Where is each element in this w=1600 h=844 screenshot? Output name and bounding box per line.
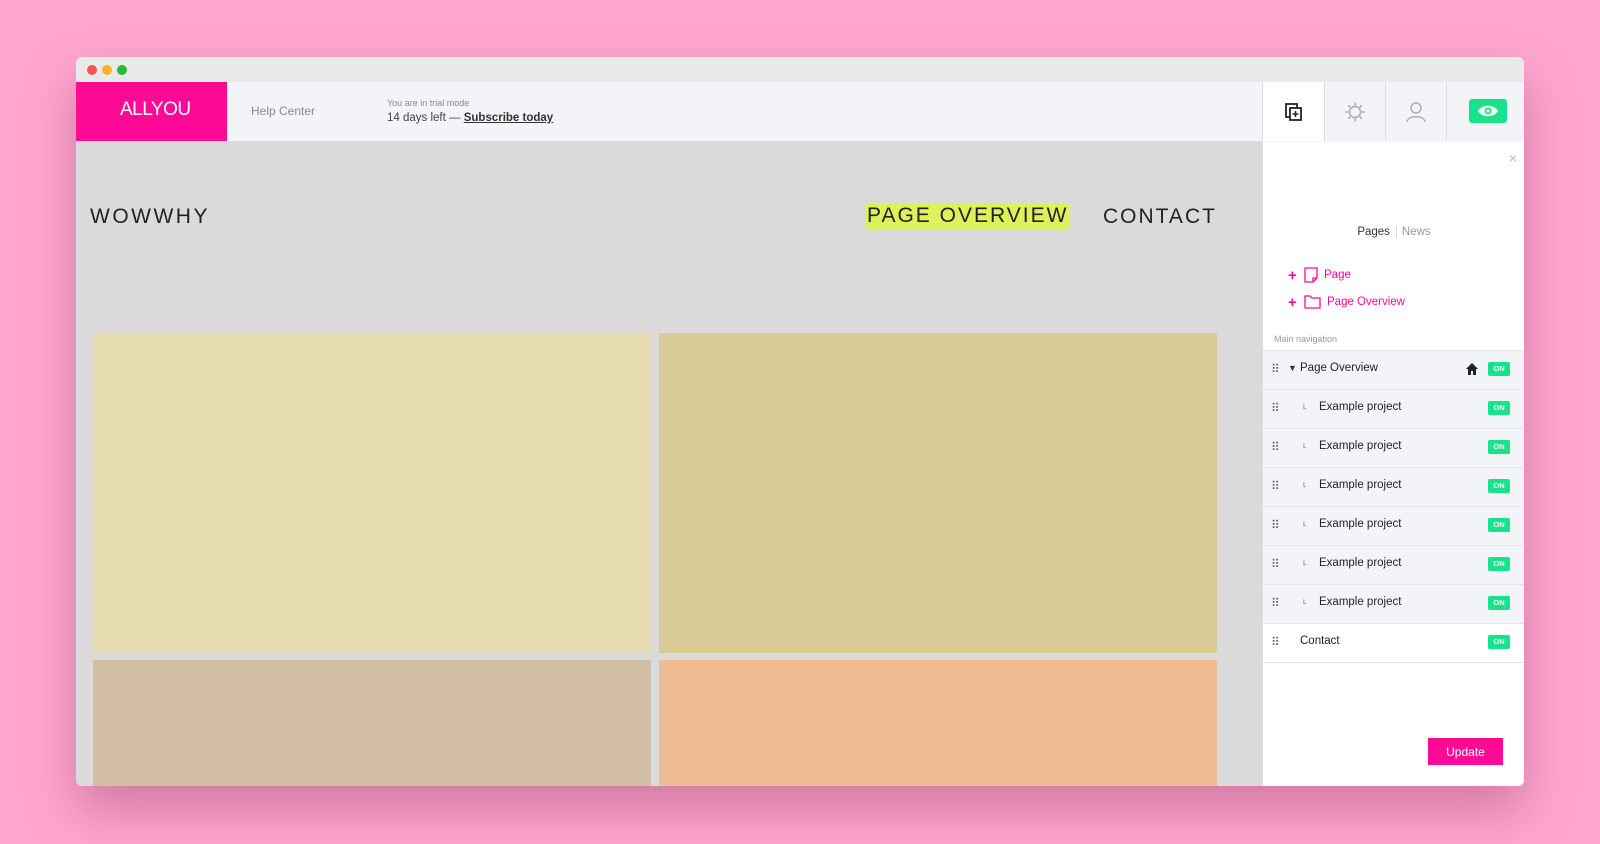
status-badge[interactable]: ON xyxy=(1488,479,1510,493)
nav-item-example-project[interactable]: ⠿ ˪ Example project ON xyxy=(1263,467,1524,506)
window-titlebar xyxy=(76,57,1524,82)
panel-tabs: Pages News xyxy=(1263,226,1524,238)
trial-status: 14 days left — Subscribe today xyxy=(387,112,553,124)
pages-icon xyxy=(1284,102,1302,121)
nav-item-example-project[interactable]: ⠿ ˪ Example project ON xyxy=(1263,545,1524,584)
chevron-down-icon[interactable]: ▼ xyxy=(1288,363,1297,373)
preview-eye-icon xyxy=(1478,105,1498,117)
plus-icon: + xyxy=(1288,293,1297,311)
drag-handle-icon[interactable]: ⠿ xyxy=(1271,401,1280,415)
status-badge[interactable]: ON xyxy=(1488,596,1510,610)
project-tile-2[interactable] xyxy=(659,333,1217,653)
site-preview: WOWWHY PAGE OVERVIEW CONTACT xyxy=(76,142,1262,786)
settings-icon xyxy=(1345,102,1364,121)
add-page-label: Page xyxy=(1324,269,1351,281)
nav-item-label: Example project xyxy=(1319,596,1402,608)
project-tile-4[interactable] xyxy=(659,660,1217,786)
nav-item-label: Example project xyxy=(1319,557,1402,569)
folder-icon xyxy=(1304,295,1321,309)
minimize-window-button[interactable] xyxy=(102,65,112,75)
settings-tool-button[interactable] xyxy=(1324,82,1386,141)
pages-panel: × Pages News + Page + Page Overview Main … xyxy=(1262,142,1524,786)
update-button[interactable]: Update xyxy=(1428,738,1503,765)
home-icon xyxy=(1466,363,1478,375)
tab-pages[interactable]: Pages xyxy=(1357,226,1397,238)
drag-handle-icon[interactable]: ⠿ xyxy=(1271,440,1280,454)
nav-item-example-project[interactable]: ⠿ ˪ Example project ON xyxy=(1263,584,1524,623)
page-icon xyxy=(1304,267,1318,283)
status-badge[interactable]: ON xyxy=(1488,401,1510,415)
status-badge[interactable]: ON xyxy=(1488,362,1510,376)
trial-days-left: 14 days left — xyxy=(387,112,461,124)
maximize-window-button[interactable] xyxy=(117,65,127,75)
site-nav-contact[interactable]: CONTACT xyxy=(1103,205,1217,229)
nav-item-label: Contact xyxy=(1300,635,1340,647)
main-navigation-list: ⠿ ▼ Page Overview ON ⠿ ˪ Example project… xyxy=(1263,350,1524,663)
allyou-logo[interactable]: ALLYOU xyxy=(76,82,227,141)
subpage-indent-icon: ˪ xyxy=(1303,556,1307,568)
site-nav-page-overview[interactable]: PAGE OVERVIEW xyxy=(865,203,1071,230)
plus-icon: + xyxy=(1288,266,1297,284)
status-badge[interactable]: ON xyxy=(1488,440,1510,454)
project-tile-1[interactable] xyxy=(93,333,651,653)
status-badge[interactable]: ON xyxy=(1488,557,1510,571)
account-tool-button[interactable] xyxy=(1385,82,1447,141)
nav-item-example-project[interactable]: ⠿ ˪ Example project ON xyxy=(1263,389,1524,428)
top-bar: ALLYOU Help Center You are in trial mode… xyxy=(76,82,1262,142)
trial-notice: You are in trial mode xyxy=(387,98,470,108)
tab-news[interactable]: News xyxy=(1397,226,1431,238)
nav-item-page-overview[interactable]: ⠿ ▼ Page Overview ON xyxy=(1263,350,1524,389)
app-window: ALLYOU Help Center You are in trial mode… xyxy=(76,57,1524,786)
subpage-indent-icon: ˪ xyxy=(1303,439,1307,451)
preview-button[interactable] xyxy=(1469,99,1507,123)
main-navigation-label: Main navigation xyxy=(1274,334,1338,344)
site-title[interactable]: WOWWHY xyxy=(90,205,210,229)
add-page-button[interactable]: + Page xyxy=(1288,266,1351,284)
add-page-overview-label: Page Overview xyxy=(1327,296,1405,308)
project-tile-3[interactable] xyxy=(93,660,651,786)
close-panel-button[interactable]: × xyxy=(1509,150,1517,166)
drag-handle-icon[interactable]: ⠿ xyxy=(1271,596,1280,610)
help-center-link[interactable]: Help Center xyxy=(251,104,315,118)
logo-text: ALLYOU xyxy=(120,99,191,120)
nav-item-example-project[interactable]: ⠿ ˪ Example project ON xyxy=(1263,506,1524,545)
editor-toolbar xyxy=(1262,82,1524,141)
add-page-overview-button[interactable]: + Page Overview xyxy=(1288,293,1405,311)
nav-item-label: Example project xyxy=(1319,401,1402,413)
nav-item-label: Example project xyxy=(1319,440,1402,452)
pages-tool-button[interactable] xyxy=(1263,82,1325,141)
nav-item-example-project[interactable]: ⠿ ˪ Example project ON xyxy=(1263,428,1524,467)
subpage-indent-icon: ˪ xyxy=(1303,595,1307,607)
close-window-button[interactable] xyxy=(87,65,97,75)
drag-handle-icon[interactable]: ⠿ xyxy=(1271,362,1280,376)
drag-handle-icon[interactable]: ⠿ xyxy=(1271,479,1280,493)
nav-item-label: Page Overview xyxy=(1300,362,1378,374)
subpage-indent-icon: ˪ xyxy=(1303,478,1307,490)
status-badge[interactable]: ON xyxy=(1488,518,1510,532)
drag-handle-icon[interactable]: ⠿ xyxy=(1271,635,1280,649)
nav-item-label: Example project xyxy=(1319,479,1402,491)
subscribe-link[interactable]: Subscribe today xyxy=(464,112,553,124)
nav-item-label: Example project xyxy=(1319,518,1402,530)
user-icon xyxy=(1405,101,1426,122)
subpage-indent-icon: ˪ xyxy=(1303,400,1307,412)
status-badge[interactable]: ON xyxy=(1488,635,1510,649)
drag-handle-icon[interactable]: ⠿ xyxy=(1271,557,1280,571)
nav-item-contact[interactable]: ⠿ Contact ON xyxy=(1263,623,1524,663)
drag-handle-icon[interactable]: ⠿ xyxy=(1271,518,1280,532)
subpage-indent-icon: ˪ xyxy=(1303,517,1307,529)
